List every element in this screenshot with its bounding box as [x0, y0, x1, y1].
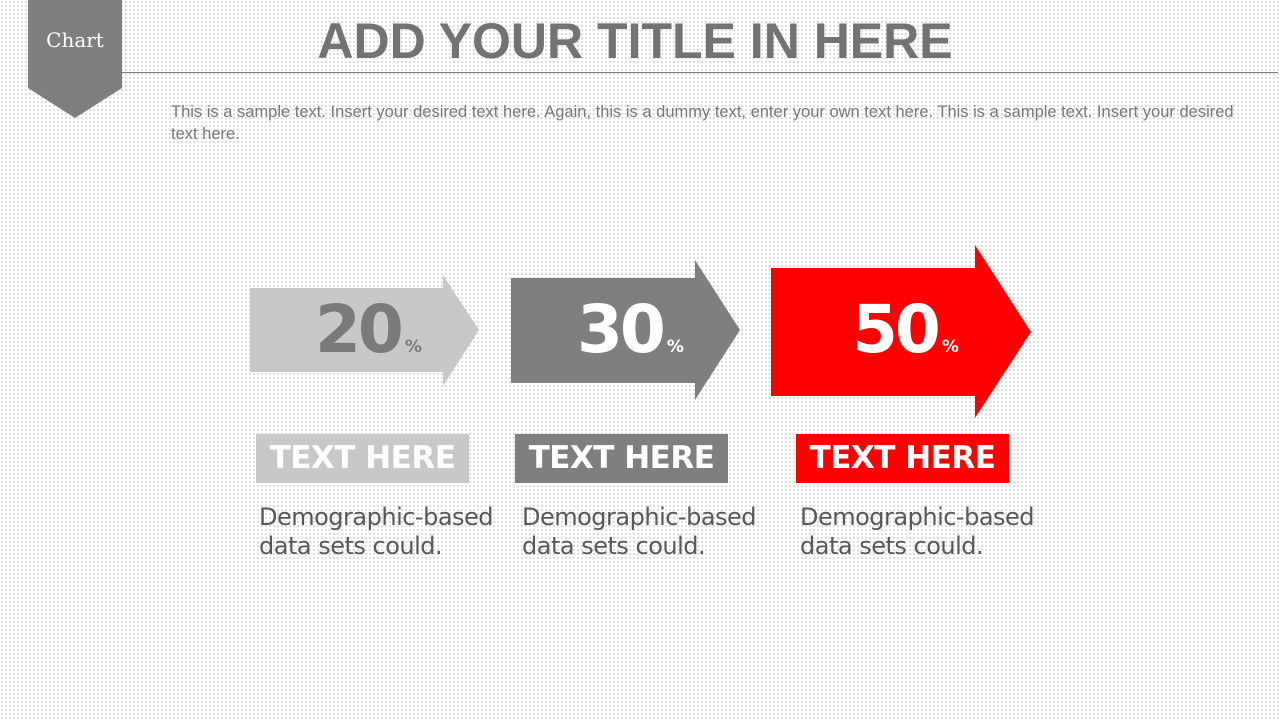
- step-2-description: Demographic-based data sets could.: [522, 503, 757, 560]
- step-3-description: Demographic-based data sets could.: [800, 503, 1035, 560]
- step-3-value: 50%: [852, 291, 959, 368]
- step-2-label: TEXT HERE: [515, 434, 728, 483]
- step-1-description: Demographic-based data sets could.: [259, 503, 494, 560]
- step-1-label: TEXT HERE: [256, 434, 469, 483]
- step-1-value: 20%: [315, 291, 422, 368]
- step-2-value: 30%: [577, 291, 684, 368]
- step-3-label: TEXT HERE: [796, 434, 1009, 483]
